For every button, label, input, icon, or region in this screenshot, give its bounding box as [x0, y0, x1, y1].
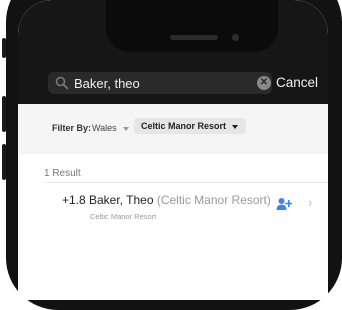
filter-label: Filter By: [52, 123, 92, 133]
row-divider [44, 182, 328, 183]
phone-screen: ✕ Cancel Filter By: Wales Celtic Manor R… [18, 0, 328, 300]
chevron-down-icon [232, 124, 239, 129]
clear-icon[interactable]: ✕ [257, 76, 271, 90]
search-box[interactable]: ✕ [48, 72, 272, 94]
chevron-down-icon [122, 126, 129, 131]
player-name: Baker, Theo (Celtic Manor Resort) [89, 193, 271, 207]
results-list: 1 Result +1.8 Baker, Theo (Celtic Manor … [18, 154, 328, 300]
add-player-icon[interactable] [276, 197, 292, 211]
silent-switch [2, 38, 6, 58]
notch [106, 0, 278, 52]
front-camera [232, 34, 239, 41]
player-name-text: Baker, Theo [89, 193, 154, 207]
list-item[interactable]: +1.8 Baker, Theo (Celtic Manor Resort) C… [18, 182, 328, 226]
region-filter-dropdown[interactable]: Wales [92, 123, 129, 133]
volume-down-button [2, 144, 6, 180]
region-filter-value: Wales [92, 123, 117, 133]
player-club-inline: (Celtic Manor Resort) [156, 193, 271, 207]
volume-up-button [2, 96, 6, 132]
chevron-right-icon: › [308, 195, 313, 210]
speaker-grille [170, 35, 218, 40]
search-input[interactable] [74, 72, 244, 94]
result-count: 1 Result [44, 168, 81, 179]
player-club-subtitle: Celtic Manor Resort [90, 212, 157, 221]
cancel-button[interactable]: Cancel [276, 75, 318, 90]
club-filter-value: Celtic Manor Resort [141, 121, 227, 131]
search-icon [55, 76, 69, 90]
search-header: ✕ Cancel [18, 0, 328, 104]
filter-bar: Filter By: Wales Celtic Manor Resort [18, 104, 328, 155]
club-filter-dropdown[interactable]: Celtic Manor Resort [134, 118, 247, 134]
handicap-index: +1.8 [62, 193, 86, 207]
